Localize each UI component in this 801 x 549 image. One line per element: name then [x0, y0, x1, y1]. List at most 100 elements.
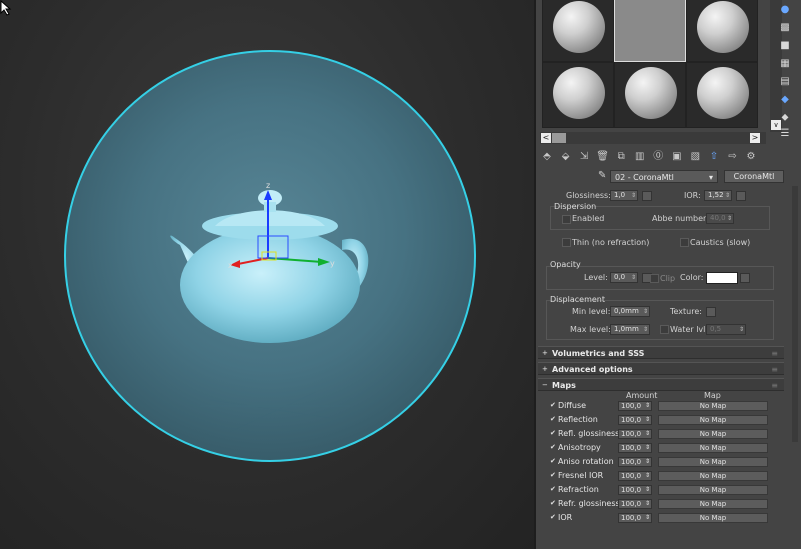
map-row: ✔ Fresnel IOR 100,0 ⇕ No Map	[550, 470, 780, 482]
viewport-canvas[interactable]: z y x	[0, 0, 534, 549]
map-amount-spinner[interactable]: 100,0 ⇕	[618, 415, 652, 425]
water-level-label: Water lvl.:	[670, 325, 711, 334]
make-unique-icon[interactable]: ⧉	[614, 150, 628, 164]
opacity-level-label: Level:	[584, 273, 608, 282]
map-enabled-checkbox[interactable]: ✔	[550, 415, 558, 423]
thin-label: Thin (no refraction)	[572, 238, 650, 247]
ior-spinner[interactable]: 1,52 ⇕	[704, 190, 732, 201]
map-slot-button[interactable]: No Map	[658, 499, 768, 509]
caustics-checkbox[interactable]	[680, 238, 689, 247]
water-level-spinner[interactable]: 0,5 ⇕	[706, 324, 746, 335]
put-material-icon[interactable]: ⬙	[559, 150, 573, 164]
texture-map-button[interactable]	[706, 307, 716, 317]
map-enabled-checkbox[interactable]: ✔	[550, 443, 558, 451]
map-slot-button[interactable]: No Map	[658, 401, 768, 411]
map-enabled-checkbox[interactable]: ✔	[550, 401, 558, 409]
show-end-result-icon[interactable]: ▧	[688, 150, 702, 164]
slots-horizontal-scrollbar[interactable]: < >	[540, 132, 766, 144]
map-amount-spinner[interactable]: 100,0 ⇕	[618, 443, 652, 453]
min-level-label: Min level:	[572, 307, 611, 316]
water-level-checkbox[interactable]	[660, 325, 669, 334]
map-amount-spinner[interactable]: 100,0 ⇕	[618, 513, 652, 523]
map-enabled-checkbox[interactable]: ✔	[550, 499, 558, 507]
map-slot-button[interactable]: No Map	[658, 485, 768, 495]
map-row: ✔ IOR 100,0 ⇕ No Map	[550, 512, 780, 524]
select-by-material-icon[interactable]: ⚙	[744, 150, 758, 164]
sample-slot[interactable]	[614, 62, 686, 128]
map-amount-spinner[interactable]: 100,0 ⇕	[618, 499, 652, 509]
volumetrics-rollout-header[interactable]: + Volumetrics and SSS ≡	[538, 346, 784, 359]
map-row-label: Refr. glossiness	[558, 499, 620, 508]
put-library-icon[interactable]: ▥	[633, 150, 647, 164]
abbe-spinner[interactable]: 40,0 ⇕	[706, 213, 734, 224]
maps-rollout-header[interactable]: − Maps ≡	[538, 378, 784, 391]
mouse-cursor-icon	[0, 0, 12, 16]
options-icon[interactable]: ◆	[778, 94, 792, 106]
map-amount-spinner[interactable]: 100,0 ⇕	[618, 457, 652, 467]
map-enabled-checkbox[interactable]: ✔	[550, 457, 558, 465]
glossiness-spinner[interactable]: 1,0 ⇕	[610, 190, 638, 201]
gizmo-z-label: z	[266, 181, 270, 190]
material-type-button[interactable]: CoronaMtl	[724, 170, 784, 183]
sample-slot-selected[interactable]	[614, 0, 686, 62]
viewport[interactable]: z y x	[0, 0, 534, 549]
sample-slot[interactable]	[542, 0, 614, 62]
assign-icon[interactable]: ⇲	[577, 150, 591, 164]
checker-icon[interactable]: ▩	[778, 22, 792, 34]
map-slot-button[interactable]: No Map	[658, 429, 768, 439]
dispersion-enabled-checkbox[interactable]	[562, 215, 571, 224]
eyedropper-icon[interactable]: ✎	[598, 170, 606, 181]
opacity-color-map-button[interactable]	[740, 273, 750, 283]
map-amount-spinner[interactable]: 100,0 ⇕	[618, 401, 652, 411]
map-slot-button[interactable]: No Map	[658, 415, 768, 425]
max-level-spinner[interactable]: 1,0mm ⇕	[610, 324, 650, 335]
map-row: ✔ Anisotropy 100,0 ⇕ No Map	[550, 442, 780, 454]
clip-checkbox[interactable]	[650, 274, 659, 283]
go-parent-icon[interactable]: ⇧	[707, 150, 721, 164]
map-slot-button[interactable]: No Map	[658, 457, 768, 467]
map-enabled-checkbox[interactable]: ✔	[550, 513, 558, 521]
map-amount-spinner[interactable]: 100,0 ⇕	[618, 471, 652, 481]
sample-uv-icon[interactable]: ▦	[778, 58, 792, 70]
map-row-label: Reflection	[558, 415, 598, 424]
show-map-icon[interactable]: ▣	[670, 150, 684, 164]
ior-label: IOR:	[684, 191, 701, 200]
map-enabled-checkbox[interactable]: ✔	[550, 471, 558, 479]
delete-icon[interactable]: 🗑	[596, 150, 610, 164]
map-slot-button[interactable]: No Map	[658, 443, 768, 453]
scroll-thumb[interactable]	[552, 133, 566, 143]
glossiness-map-button[interactable]	[642, 191, 652, 201]
sphere-icon[interactable]: ●	[778, 4, 792, 16]
material-name-dropdown[interactable]: 02 - CoronaMtl ▾	[610, 170, 718, 183]
map-slot-button[interactable]: No Map	[658, 513, 768, 523]
map-amount-spinner[interactable]: 100,0 ⇕	[618, 429, 652, 439]
opacity-color-swatch[interactable]	[706, 272, 738, 284]
material-name: 02 - CoronaMtl	[615, 173, 674, 182]
background-icon[interactable]: ■	[778, 40, 792, 52]
go-sibling-icon[interactable]: ⇨	[725, 150, 739, 164]
sample-slot[interactable]	[686, 0, 758, 62]
map-row: ✔ Refr. glossiness 100,0 ⇕ No Map	[550, 498, 780, 510]
pick-icon[interactable]: ⬥	[778, 112, 792, 124]
get-material-icon[interactable]: ⬘	[540, 150, 554, 164]
panel-vertical-scrollbar[interactable]	[792, 186, 798, 442]
advanced-options-rollout-header[interactable]: + Advanced options ≡	[538, 362, 784, 375]
map-slot-button[interactable]: No Map	[658, 471, 768, 481]
opacity-level-spinner[interactable]: 0,0 ⇕	[610, 272, 638, 283]
list-icon[interactable]: ☰	[778, 128, 792, 140]
video-color-icon[interactable]: ▤	[778, 76, 792, 88]
sample-slots	[540, 0, 758, 132]
min-level-spinner[interactable]: 0,0mm ⇕	[610, 306, 650, 317]
map-amount-spinner[interactable]: 100,0 ⇕	[618, 485, 652, 495]
ior-map-button[interactable]	[736, 191, 746, 201]
material-id-icon[interactable]: ⓪	[651, 150, 665, 164]
texture-label: Texture:	[670, 307, 702, 316]
map-enabled-checkbox[interactable]: ✔	[550, 485, 558, 493]
sample-slot[interactable]	[542, 62, 614, 128]
thin-checkbox[interactable]	[562, 238, 571, 247]
side-toolbar: ∨ ● ▩ ■ ▦ ▤ ◆ ⬥ ☰	[770, 0, 800, 148]
scroll-left-button[interactable]: <	[541, 133, 551, 143]
scroll-right-button[interactable]: >	[750, 133, 760, 143]
sample-slot[interactable]	[686, 62, 758, 128]
map-enabled-checkbox[interactable]: ✔	[550, 429, 558, 437]
